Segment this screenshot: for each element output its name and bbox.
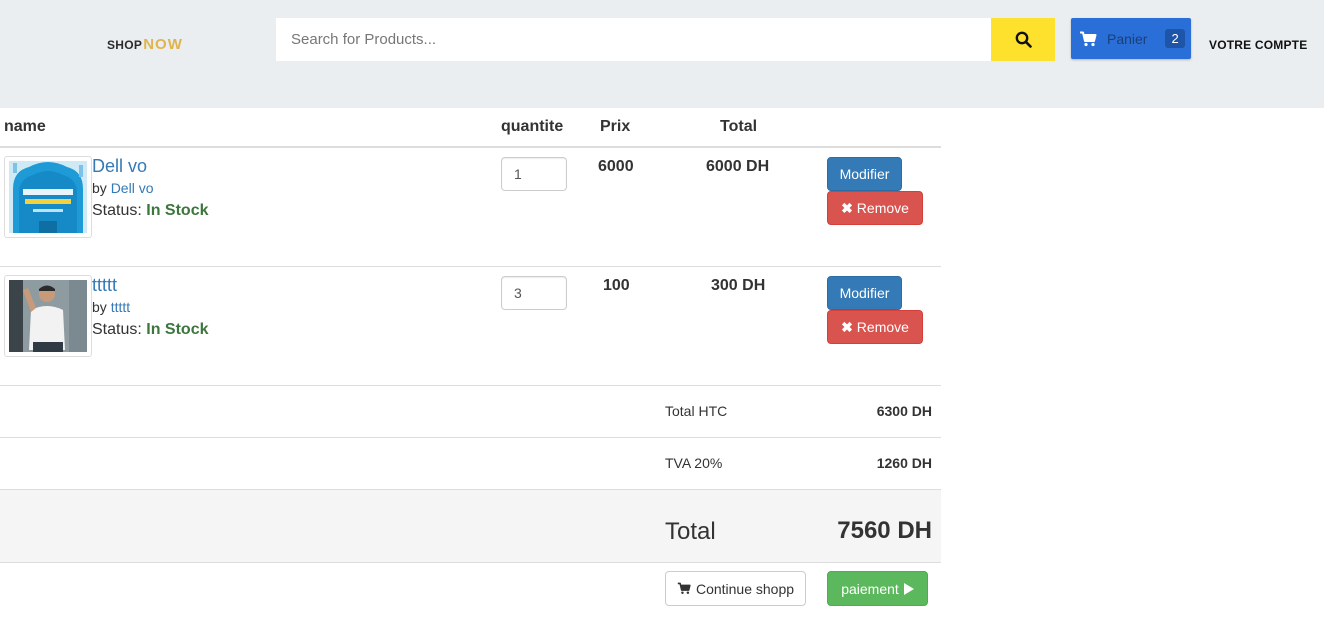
total-htc-label: Total HTC [665, 403, 728, 419]
by-prefix: by [92, 180, 107, 196]
quantity-input[interactable] [501, 276, 567, 310]
cart-button[interactable]: Panier 2 [1071, 18, 1191, 59]
site-header: SHOP NOW Panier 2 VOTRE COMPTE [0, 0, 1324, 108]
table-row: ttttt by ttttt Status: In Stock 100 300 … [0, 267, 941, 386]
product-by: by Dell vo [92, 180, 153, 196]
cart-icon [677, 582, 691, 595]
status-label: Status: [92, 321, 142, 338]
product-brand-link[interactable]: Dell vo [111, 180, 154, 196]
by-prefix: by [92, 299, 107, 315]
action-row: Continue shopp paiement [0, 563, 941, 619]
summary-row-total: Total 7560 DH [0, 490, 941, 563]
remove-icon: ✖ [841, 318, 853, 335]
table-header: name quantite Prix Total [0, 108, 941, 148]
header-prix: Prix [600, 118, 631, 135]
product-total: 6000 DH [706, 158, 770, 175]
cart-count-badge: 2 [1165, 29, 1185, 48]
modify-label: Modifier [839, 285, 890, 301]
grand-total-value: 7560 DH [837, 517, 932, 544]
header-quantite: quantite [501, 118, 564, 135]
tva-value: 1260 DH [876, 455, 932, 471]
quantity-input[interactable] [501, 157, 567, 191]
grand-total-label: Total [665, 518, 716, 545]
header-name: name [4, 118, 46, 135]
header-total: Total [720, 118, 758, 135]
cart-icon [1080, 31, 1097, 46]
product-status: Status: In Stock [92, 321, 209, 339]
status-value: In Stock [146, 202, 209, 219]
continue-shopping-button[interactable]: Continue shopp [665, 571, 806, 606]
search-icon [1015, 31, 1032, 48]
remove-label: Remove [856, 200, 909, 216]
logo-now-text: NOW [143, 36, 183, 53]
product-name-link[interactable]: Dell vo [92, 156, 147, 177]
continue-label: Continue shopp [695, 580, 795, 597]
cart-table: name quantite Prix Total Dell vo by Dell… [0, 108, 941, 619]
account-link[interactable]: VOTRE COMPTE [1209, 38, 1307, 52]
product-by: by ttttt [92, 299, 130, 315]
shopnow-logo[interactable]: SHOP NOW [107, 36, 183, 56]
remove-icon: ✖ [841, 199, 853, 216]
product-thumbnail[interactable] [4, 275, 92, 357]
play-icon [903, 582, 914, 595]
product-total: 300 DH [711, 277, 766, 294]
person-photo-image [9, 280, 87, 352]
product-name-link[interactable]: ttttt [92, 275, 117, 296]
product-status: Status: In Stock [92, 202, 209, 220]
product-thumbnail[interactable] [4, 156, 92, 238]
product-price: 100 [603, 277, 630, 294]
search-input[interactable] [276, 18, 991, 61]
tva-label: TVA 20% [665, 455, 723, 471]
summary-row-tva: TVA 20% 1260 DH [0, 438, 941, 490]
remove-button[interactable]: ✖ Remove [827, 310, 923, 344]
product-price: 6000 [598, 158, 634, 175]
modify-button[interactable]: Modifier [827, 276, 902, 310]
cart-label: Panier [1107, 30, 1148, 47]
payment-button[interactable]: paiement [827, 571, 928, 606]
total-htc-value: 6300 DH [876, 403, 932, 419]
status-value: In Stock [146, 321, 209, 338]
search-button[interactable] [991, 18, 1055, 61]
logo-shop-text: SHOP [107, 38, 143, 52]
remove-label: Remove [856, 319, 909, 335]
product-brand-link[interactable]: ttttt [111, 299, 130, 315]
table-row: Dell vo by Dell vo Status: In Stock 6000… [0, 148, 941, 267]
modify-button[interactable]: Modifier [827, 157, 902, 191]
book-cover-image [9, 161, 87, 233]
remove-button[interactable]: ✖ Remove [827, 191, 923, 225]
status-label: Status: [92, 202, 142, 219]
payment-label: paiement [841, 580, 899, 597]
summary-row-htc: Total HTC 6300 DH [0, 386, 941, 438]
modify-label: Modifier [839, 166, 890, 182]
